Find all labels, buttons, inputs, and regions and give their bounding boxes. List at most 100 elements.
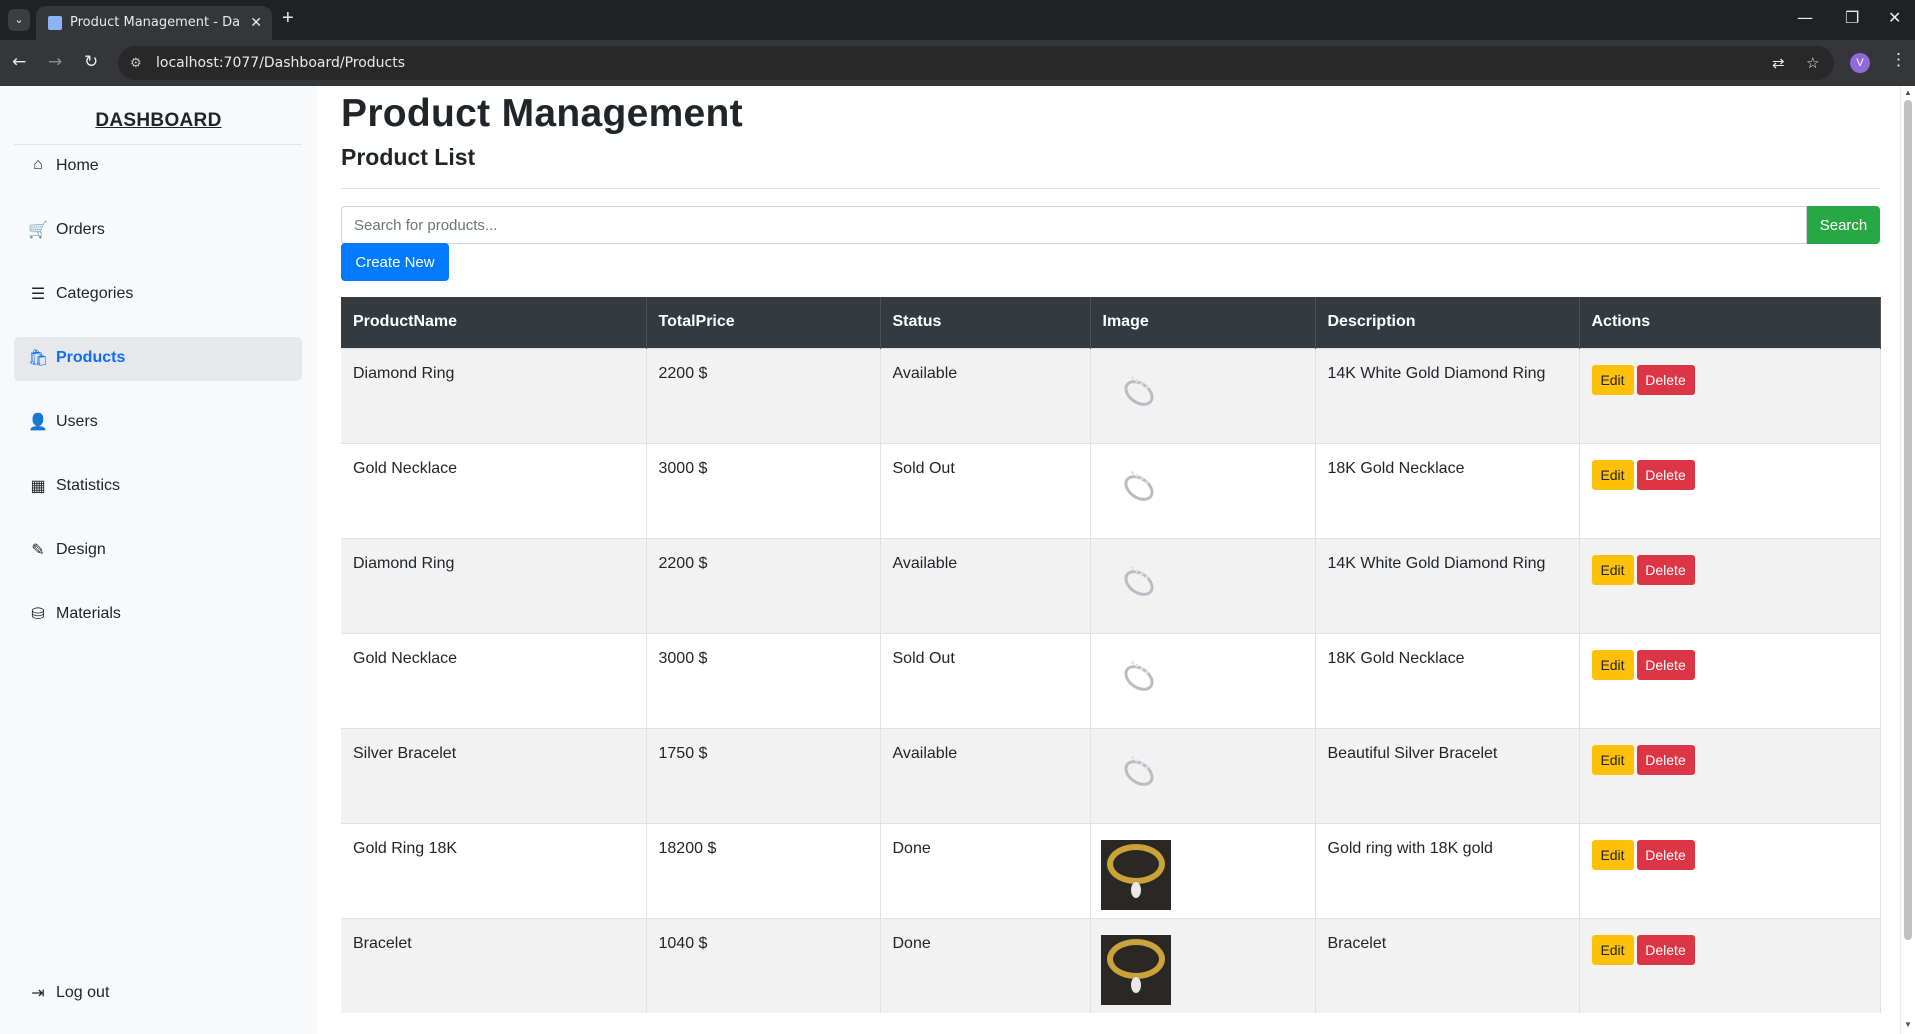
- close-tab-icon[interactable]: ✕: [250, 14, 262, 31]
- dashboard-brand[interactable]: DASHBOARD: [0, 110, 317, 132]
- cell-image: [1090, 822, 1316, 918]
- jewelry-photo-thumbnail: [1100, 839, 1171, 910]
- scroll-down-icon[interactable]: ▼: [1904, 1020, 1912, 1029]
- delete-button[interactable]: Delete: [1636, 744, 1695, 775]
- bookmark-star-icon[interactable]: ☆: [1806, 54, 1819, 72]
- column-header-image[interactable]: Image: [1090, 297, 1316, 348]
- site-info-icon[interactable]: ⚙: [130, 55, 142, 71]
- sidebar-item-label: Materials: [56, 605, 121, 622]
- column-header-actions: Actions: [1579, 297, 1881, 348]
- tab-search-button[interactable]: ⌄: [8, 9, 30, 31]
- edit-button[interactable]: Edit: [1591, 744, 1634, 775]
- table-row: Gold Necklace 3000 $ Sold Out 18K Gold N…: [341, 632, 1881, 728]
- sidebar-item-design[interactable]: ✎ Design: [14, 529, 302, 573]
- page-favicon-icon: [48, 16, 62, 30]
- search-button[interactable]: Search: [1807, 206, 1880, 244]
- logout-label: Log out: [56, 984, 110, 1001]
- cell-actions: Edit Delete: [1579, 632, 1881, 728]
- sidebar-item-label: Products: [56, 349, 126, 366]
- cell-total-price: 2200 $: [646, 347, 881, 443]
- cell-image: [1090, 347, 1316, 443]
- edit-button[interactable]: Edit: [1591, 649, 1634, 680]
- forward-icon[interactable]: →: [48, 52, 62, 72]
- sidebar-item-products[interactable]: 🛍 Products: [14, 337, 302, 381]
- cell-status: Done: [880, 822, 1091, 918]
- delete-button[interactable]: Delete: [1636, 364, 1695, 395]
- delete-button[interactable]: Delete: [1636, 934, 1695, 965]
- page-scrollbar[interactable]: ▲ ▼: [1900, 86, 1915, 1034]
- home-icon: ⌂: [33, 156, 43, 173]
- edit-button[interactable]: Edit: [1591, 364, 1634, 395]
- scrollbar-thumb[interactable]: [1904, 100, 1912, 940]
- browser-menu-icon[interactable]: ⋮: [1890, 50, 1907, 70]
- bag-icon: 🛍: [28, 350, 49, 367]
- sidebar-item-orders[interactable]: 🛒 Orders: [14, 209, 302, 253]
- cell-total-price: 3000 $: [646, 632, 881, 728]
- sidebar-item-users[interactable]: 👤 Users: [14, 401, 302, 445]
- ring-thumbnail: [1117, 468, 1163, 514]
- cell-actions: Edit Delete: [1579, 917, 1881, 1013]
- close-window-icon[interactable]: ✕: [1888, 8, 1901, 27]
- cell-actions: Edit Delete: [1579, 537, 1881, 633]
- browser-tab[interactable]: Product Management - Dashbo ✕: [36, 6, 272, 40]
- cell-description: 18K Gold Necklace: [1315, 442, 1580, 538]
- sidebar-item-home[interactable]: ⌂ Home: [14, 145, 302, 189]
- search-input[interactable]: [341, 206, 1807, 244]
- sidebar-item-label: Categories: [56, 285, 134, 302]
- sidebar-item-materials[interactable]: ⛁ Materials: [14, 593, 302, 637]
- cell-product-name: Gold Ring 18K: [341, 822, 647, 918]
- cell-description: 14K White Gold Diamond Ring: [1315, 347, 1580, 443]
- delete-button[interactable]: Delete: [1636, 649, 1695, 680]
- chart-icon: ▦: [30, 478, 46, 495]
- delete-button[interactable]: Delete: [1636, 839, 1695, 870]
- edit-button[interactable]: Edit: [1591, 934, 1634, 965]
- cell-actions: Edit Delete: [1579, 727, 1881, 823]
- sidebar-item-statistics[interactable]: ▦ Statistics: [14, 465, 302, 509]
- column-header-status[interactable]: Status: [880, 297, 1091, 348]
- cell-image: [1090, 727, 1316, 823]
- ring-thumbnail: [1117, 563, 1163, 609]
- delete-button[interactable]: Delete: [1636, 459, 1695, 490]
- title-divider: [341, 188, 1880, 189]
- logout-link[interactable]: ⇥ Log out: [14, 972, 302, 1016]
- sidebar-item-label: Users: [56, 413, 98, 430]
- edit-button[interactable]: Edit: [1591, 459, 1634, 490]
- cell-total-price: 2200 $: [646, 537, 881, 633]
- address-bar[interactable]: ⚙ localhost:7077/Dashboard/Products ⇄ ☆: [118, 46, 1834, 80]
- cell-image: [1090, 917, 1316, 1013]
- create-new-button[interactable]: Create New: [341, 243, 449, 281]
- main-content: Product Management Product List Search C…: [341, 86, 1881, 1034]
- translate-icon[interactable]: ⇄: [1772, 54, 1785, 72]
- reload-icon[interactable]: ↻: [84, 52, 98, 72]
- sidebar: DASHBOARD ⌂ Home 🛒 Orders ☰ Categories 🛍…: [0, 86, 317, 1034]
- profile-avatar[interactable]: V: [1850, 53, 1870, 73]
- column-header-description[interactable]: Description: [1315, 297, 1580, 348]
- back-icon[interactable]: ←: [12, 52, 26, 72]
- database-icon: ⛁: [31, 606, 45, 623]
- cell-description: Gold ring with 18K gold: [1315, 822, 1580, 918]
- cell-total-price: 1750 $: [646, 727, 881, 823]
- edit-button[interactable]: Edit: [1591, 554, 1634, 585]
- cell-total-price: 1040 $: [646, 917, 881, 1013]
- ring-thumbnail: [1117, 373, 1163, 419]
- sidebar-item-label: Home: [56, 157, 99, 174]
- column-header-totalprice[interactable]: TotalPrice: [646, 297, 881, 348]
- edit-button[interactable]: Edit: [1591, 839, 1634, 870]
- products-table: ProductName TotalPrice Status Image Desc…: [341, 297, 1881, 1013]
- new-tab-icon[interactable]: +: [282, 8, 294, 28]
- cell-product-name: Silver Bracelet: [341, 727, 647, 823]
- scroll-up-icon[interactable]: ▲: [1904, 88, 1912, 97]
- sidebar-item-label: Design: [56, 541, 106, 558]
- minimize-icon[interactable]: —: [1797, 8, 1813, 27]
- page-title: Product Management: [341, 92, 743, 135]
- restore-icon[interactable]: ❐: [1845, 8, 1859, 27]
- user-icon: 👤: [28, 414, 48, 431]
- cell-product-name: Gold Necklace: [341, 632, 647, 728]
- cell-actions: Edit Delete: [1579, 442, 1881, 538]
- cell-actions: Edit Delete: [1579, 347, 1881, 443]
- url-text[interactable]: localhost:7077/Dashboard/Products: [156, 55, 405, 71]
- delete-button[interactable]: Delete: [1636, 554, 1695, 585]
- brush-icon: ✎: [31, 542, 45, 559]
- sidebar-item-categories[interactable]: ☰ Categories: [14, 273, 302, 317]
- column-header-productname[interactable]: ProductName: [341, 297, 647, 348]
